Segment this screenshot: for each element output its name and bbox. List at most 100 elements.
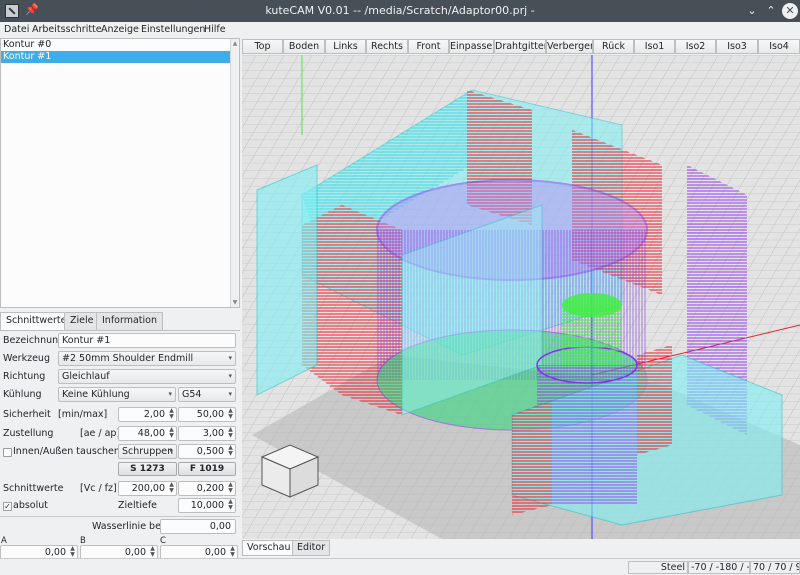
- spindle-speed-button[interactable]: S 1273: [118, 462, 177, 476]
- menu-anzeige[interactable]: Anzeige: [101, 24, 139, 35]
- fit-view-button[interactable]: Einpassen: [449, 39, 494, 54]
- spin-icon[interactable]: ▲ ▼: [227, 427, 234, 439]
- a-value: 0,00: [44, 547, 66, 558]
- scroll-up-icon[interactable]: ▲: [231, 40, 239, 47]
- schnittwerte-form: Bezeichnung Kontur #1 Werkzeug #2 50mm S…: [0, 330, 240, 560]
- schruppen-allowance-value: 0,500: [196, 446, 224, 457]
- werkzeug-select[interactable]: #2 50mm Shoulder Endmill ▾: [58, 351, 236, 366]
- view-bottom-button[interactable]: Boden: [283, 39, 325, 54]
- scroll-down-icon[interactable]: ▼: [231, 299, 239, 306]
- minimize-icon[interactable]: ⌄: [744, 3, 760, 19]
- list-item[interactable]: Kontur #0: [1, 39, 239, 51]
- stock-left-block: [256, 164, 318, 396]
- view-iso4-button[interactable]: Iso4: [758, 39, 800, 54]
- wasserlinie-input[interactable]: 0,00: [160, 519, 236, 534]
- vc-value: 200,00: [131, 483, 165, 494]
- left-pane: Kontur #0 Kontur #1 ▲ ▼ Schnittwerte Zie…: [0, 38, 240, 560]
- werkzeug-label: Werkzeug: [3, 353, 50, 364]
- kuehlung-value: Keine Kühlung: [62, 389, 130, 400]
- view-iso1-button[interactable]: Iso1: [634, 39, 675, 54]
- pillar-green-wall: [562, 305, 622, 365]
- spin-icon[interactable]: ▲ ▼: [227, 408, 234, 420]
- view-front-button[interactable]: Front: [408, 39, 449, 54]
- zustellung-ae-input[interactable]: 48,00 ▲ ▼: [118, 426, 177, 441]
- spin-icon[interactable]: ▲ ▼: [168, 427, 175, 439]
- sicherheit-min-input[interactable]: 2,00 ▲ ▼: [118, 407, 177, 422]
- tauschen-checkbox[interactable]: [3, 448, 12, 457]
- schnittwerte-unit: [Vc / fz]: [80, 483, 117, 494]
- fz-value: 0,200: [196, 483, 224, 494]
- richtung-label: Richtung: [3, 371, 46, 382]
- tab-editor[interactable]: Editor: [292, 540, 331, 556]
- spin-icon[interactable]: ▲ ▼: [227, 445, 234, 457]
- spin-icon[interactable]: ▲ ▼: [229, 546, 236, 558]
- view-left-button[interactable]: Links: [325, 39, 366, 54]
- properties-tabs: Schnittwerte Ziele Information: [0, 312, 240, 331]
- wasserlinie-label: Wasserlinie bei: [92, 521, 164, 532]
- toolpath-wall-front: [512, 400, 552, 515]
- tab-schnittwerte[interactable]: Schnittwerte: [0, 312, 73, 331]
- list-scrollbar[interactable]: ▲ ▼: [230, 39, 239, 307]
- maximize-icon[interactable]: ⌃: [763, 3, 779, 19]
- view-iso2-button[interactable]: Iso2: [675, 39, 716, 54]
- zustellung-ae-value: 48,00: [137, 428, 165, 439]
- view-back-button[interactable]: Rück: [593, 39, 634, 54]
- menu-hilfe[interactable]: Hilfe: [204, 24, 226, 35]
- workoffset-select[interactable]: G54 ▾: [178, 387, 236, 402]
- feed-rate-button[interactable]: F 1019: [178, 462, 236, 476]
- spin-icon[interactable]: ▲ ▼: [168, 408, 175, 420]
- menu-bar: Datei Arbeitsschritte Anzeige Einstellun…: [0, 22, 800, 38]
- spin-icon[interactable]: ▲ ▼: [227, 499, 234, 511]
- toolpath-preview: [242, 55, 800, 539]
- wireframe-button[interactable]: Drahtgitter: [494, 39, 546, 54]
- zieltiefe-value: 10,000: [190, 500, 224, 511]
- schnittwerte-label: Schnittwerte: [3, 483, 64, 494]
- list-item[interactable]: Kontur #1: [1, 51, 239, 63]
- sicherheit-max-input[interactable]: 50,00 ▲ ▼: [178, 407, 236, 422]
- chevron-down-icon: ▾: [169, 447, 173, 455]
- zustellung-ap-input[interactable]: 3,00 ▲ ▼: [178, 426, 236, 441]
- sicherheit-max-value: 50,00: [196, 409, 224, 420]
- richtung-select[interactable]: Gleichlauf ▾: [58, 369, 236, 384]
- close-icon[interactable]: ✕: [782, 3, 798, 19]
- kuehlung-select[interactable]: Keine Kühlung ▾: [58, 387, 176, 402]
- window-title: kuteCAM V0.01 -- /media/Scratch/Adaptor0…: [265, 4, 535, 17]
- schruppen-allowance-input[interactable]: 0,500 ▲ ▼: [178, 444, 236, 459]
- hide-button[interactable]: Verbergen: [546, 39, 593, 54]
- view-toolbar: Top Boden Links Rechts Front Einpassen D…: [242, 38, 800, 54]
- spin-icon[interactable]: ▲ ▼: [69, 546, 76, 558]
- tab-ziele[interactable]: Ziele: [64, 312, 100, 330]
- spin-icon[interactable]: ▲ ▼: [227, 482, 234, 494]
- 3d-viewport[interactable]: [242, 55, 800, 539]
- richtung-value: Gleichlauf: [62, 371, 110, 382]
- bezeichnung-label: Bezeichnung: [3, 335, 65, 346]
- c-value: 0,00: [204, 547, 226, 558]
- menu-arbeitsschritte[interactable]: Arbeitsschritte: [32, 24, 102, 35]
- sicherheit-label: Sicherheit: [3, 409, 51, 420]
- absolut-checkbox[interactable]: ✓: [3, 502, 12, 511]
- view-right-button[interactable]: Rechts: [366, 39, 408, 54]
- chevron-down-icon: ▾: [168, 390, 172, 398]
- chevron-down-icon: ▾: [228, 354, 232, 362]
- menu-einstellungen[interactable]: Einstellungen: [141, 24, 205, 35]
- fz-input[interactable]: 0,200 ▲ ▼: [178, 481, 236, 496]
- vc-input[interactable]: 200,00 ▲ ▼: [118, 481, 177, 496]
- workoffset-value: G54: [182, 389, 202, 400]
- schruppen-select[interactable]: Schruppen ▾: [118, 444, 177, 459]
- spin-icon[interactable]: ▲ ▼: [168, 482, 175, 494]
- menu-datei[interactable]: Datei: [4, 24, 29, 35]
- absolut-label: absolut: [13, 500, 48, 511]
- view-iso3-button[interactable]: Iso3: [716, 39, 758, 54]
- zustellung-unit: [ae / ap]: [80, 428, 121, 439]
- contour-list[interactable]: Kontur #0 Kontur #1 ▲ ▼: [0, 38, 240, 308]
- sicherheit-unit: [min/max]: [58, 409, 108, 420]
- bezeichnung-input[interactable]: Kontur #1: [58, 333, 236, 348]
- spin-icon[interactable]: ▲ ▼: [149, 546, 156, 558]
- sicherheit-min-value: 2,00: [143, 409, 165, 420]
- view-top-button[interactable]: Top: [242, 39, 283, 54]
- zieltiefe-input[interactable]: 10,000 ▲ ▼: [178, 498, 236, 513]
- tab-vorschau[interactable]: Vorschau: [242, 540, 296, 556]
- b-value: 0,00: [124, 547, 146, 558]
- tab-information[interactable]: Information: [96, 312, 163, 330]
- schruppen-value: Schruppen: [122, 446, 174, 457]
